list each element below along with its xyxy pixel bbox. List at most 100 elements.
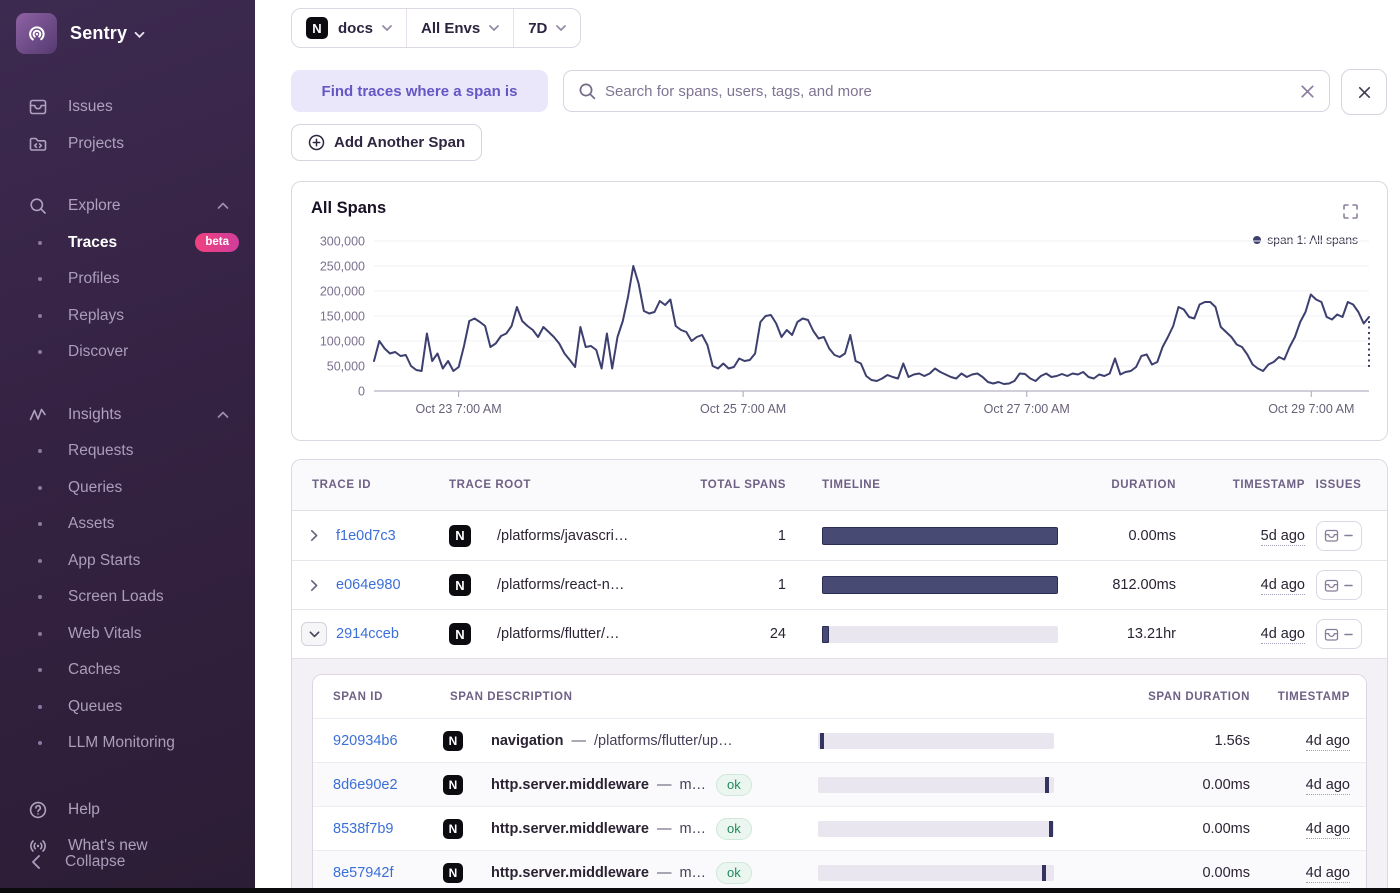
timeline-bar xyxy=(822,576,1058,594)
span-duration: 0.00ms xyxy=(1202,777,1250,793)
chevron-right-icon xyxy=(310,579,319,592)
sidebar: Sentry Issues Projects Explore TracesbetaPr… xyxy=(0,0,255,893)
sidebar-item-queues[interactable]: Queues xyxy=(0,689,255,726)
sidebar-item-help[interactable]: Help xyxy=(0,792,255,829)
bullet-icon xyxy=(38,632,42,636)
explore-icon xyxy=(28,196,48,216)
sidebar-item-discover[interactable]: Discover xyxy=(0,334,255,371)
span-id-link[interactable]: 8538f7b9 xyxy=(333,821,393,837)
timeline-bar xyxy=(822,527,1058,545)
sidebar-item-label: Caches xyxy=(68,661,121,679)
all-spans-chart: 050,000100,000150,000200,000250,000300,0… xyxy=(292,182,1389,440)
sentry-logo-icon xyxy=(16,13,57,54)
project-selector[interactable]: N docs xyxy=(292,9,406,47)
add-another-span-button[interactable]: Add Another Span xyxy=(291,124,482,161)
sidebar-item-label: Queues xyxy=(68,698,122,716)
collapse-trace-button[interactable] xyxy=(301,622,327,646)
sidebar-item-screen-loads[interactable]: Screen Loads xyxy=(0,579,255,616)
sidebar-collapse-button[interactable]: Collapse xyxy=(0,844,255,880)
total-spans: 1 xyxy=(778,528,786,544)
sidebar-item-label: Projects xyxy=(68,135,124,153)
sidebar-section-header-insights[interactable]: Insights xyxy=(0,397,255,434)
sidebar-item-requests[interactable]: Requests xyxy=(0,433,255,470)
trace-duration: 812.00ms xyxy=(1112,577,1176,593)
svg-text:250,000: 250,000 xyxy=(320,260,365,274)
sidebar-item-queries[interactable]: Queries xyxy=(0,470,255,507)
sidebar-nav: IssuesProjectsExploreTracesbetaProfilesR… xyxy=(0,89,255,865)
svg-text:Oct 29 7:00 AM: Oct 29 7:00 AM xyxy=(1268,402,1354,416)
org-switcher[interactable]: Sentry xyxy=(0,0,255,55)
header-span-id: SPAN ID xyxy=(333,691,443,703)
trace-timestamp[interactable]: 4d ago xyxy=(1261,577,1305,595)
clear-search-icon[interactable] xyxy=(1298,82,1317,101)
sidebar-item-label: Assets xyxy=(68,515,115,533)
trace-id-link[interactable]: f1e0d7c3 xyxy=(336,528,396,544)
nextjs-icon: N xyxy=(443,863,463,883)
plus-circle-icon xyxy=(308,134,325,151)
trace-id-link[interactable]: 2914cceb xyxy=(336,626,399,642)
trace-timestamp[interactable]: 4d ago xyxy=(1261,626,1305,644)
sidebar-item-label: Discover xyxy=(68,343,128,361)
trace-duration: 0.00ms xyxy=(1128,528,1176,544)
remove-span-filter-button[interactable] xyxy=(1341,69,1387,115)
trace-id-link[interactable]: e064e980 xyxy=(336,577,401,593)
span-timeline-track xyxy=(818,865,1054,881)
sidebar-item-issues[interactable]: Issues xyxy=(0,89,255,126)
all-spans-panel: All Spans span 1: All spans 050,000100,0… xyxy=(291,181,1388,441)
sidebar-item-label: Traces xyxy=(68,234,117,252)
header-span-timestamp: TIMESTAMP xyxy=(1250,691,1350,703)
span-timestamp[interactable]: 4d ago xyxy=(1306,733,1350,751)
bullet-icon xyxy=(38,559,42,563)
project-name: docs xyxy=(338,20,373,37)
sidebar-item-replays[interactable]: Replays xyxy=(0,298,255,335)
issues-button[interactable] xyxy=(1316,570,1362,600)
sidebar-item-assets[interactable]: Assets xyxy=(0,506,255,543)
span-timeline-tick xyxy=(1042,865,1046,881)
span-search-input[interactable] xyxy=(605,83,1289,100)
issues-button[interactable] xyxy=(1316,619,1362,649)
environment-selector[interactable]: All Envs xyxy=(406,9,513,47)
svg-text:Oct 23 7:00 AM: Oct 23 7:00 AM xyxy=(415,402,501,416)
bullet-icon xyxy=(38,741,42,745)
traces-table-body: f1e0d7c3N/platforms/javascri…10.00ms5d a… xyxy=(292,511,1387,658)
find-traces-chip[interactable]: Find traces where a span is xyxy=(291,70,548,112)
search-icon xyxy=(578,82,596,100)
span-timestamp[interactable]: 4d ago xyxy=(1306,821,1350,839)
sidebar-item-profiles[interactable]: Profiles xyxy=(0,261,255,298)
date-range-selector[interactable]: 7D xyxy=(513,9,580,47)
chevron-down-icon xyxy=(309,631,320,638)
span-description: m… xyxy=(679,821,706,837)
span-id-link[interactable]: 8e57942f xyxy=(333,865,393,881)
sidebar-item-app-starts[interactable]: App Starts xyxy=(0,543,255,580)
insights-icon xyxy=(28,405,48,425)
span-timeline-track xyxy=(818,733,1054,749)
issues-icon xyxy=(1324,578,1339,593)
sidebar-item-caches[interactable]: Caches xyxy=(0,652,255,689)
sidebar-section-header-explore[interactable]: Explore xyxy=(0,188,255,225)
trace-row: 2914ccebN/platforms/flutter/…2413.21hr4d… xyxy=(292,609,1387,658)
sidebar-item-llm-monitoring[interactable]: LLM Monitoring xyxy=(0,725,255,762)
trace-root: /platforms/react-n… xyxy=(497,577,624,593)
sidebar-item-label: Screen Loads xyxy=(68,588,164,606)
span-timestamp[interactable]: 4d ago xyxy=(1306,777,1350,795)
span-row: 8e57942fNhttp.server.middleware—m…ok0.00… xyxy=(313,850,1366,893)
add-another-span-label: Add Another Span xyxy=(334,134,465,151)
section-label: Explore xyxy=(68,197,217,215)
span-duration: 0.00ms xyxy=(1202,865,1250,881)
expand-trace-button[interactable] xyxy=(310,529,319,542)
trace-row: f1e0d7c3N/platforms/javascri…10.00ms5d a… xyxy=(292,511,1387,560)
issues-button[interactable] xyxy=(1316,521,1362,551)
trace-timestamp[interactable]: 5d ago xyxy=(1261,528,1305,546)
span-timeline-tick xyxy=(820,733,824,749)
span-id-link[interactable]: 920934b6 xyxy=(333,733,398,749)
sidebar-item-projects[interactable]: Projects xyxy=(0,126,255,163)
header-trace-root: TRACE ROOT xyxy=(449,479,696,491)
span-timeline-tick xyxy=(1049,821,1053,837)
header-span-description: SPAN DESCRIPTION xyxy=(443,691,1054,703)
sidebar-item-web-vitals[interactable]: Web Vitals xyxy=(0,616,255,653)
sidebar-item-traces[interactable]: Tracesbeta xyxy=(0,225,255,262)
span-timestamp[interactable]: 4d ago xyxy=(1306,865,1350,883)
span-id-link[interactable]: 8d6e90e2 xyxy=(333,777,398,793)
expand-trace-button[interactable] xyxy=(310,579,319,592)
minus-icon xyxy=(1344,584,1353,587)
